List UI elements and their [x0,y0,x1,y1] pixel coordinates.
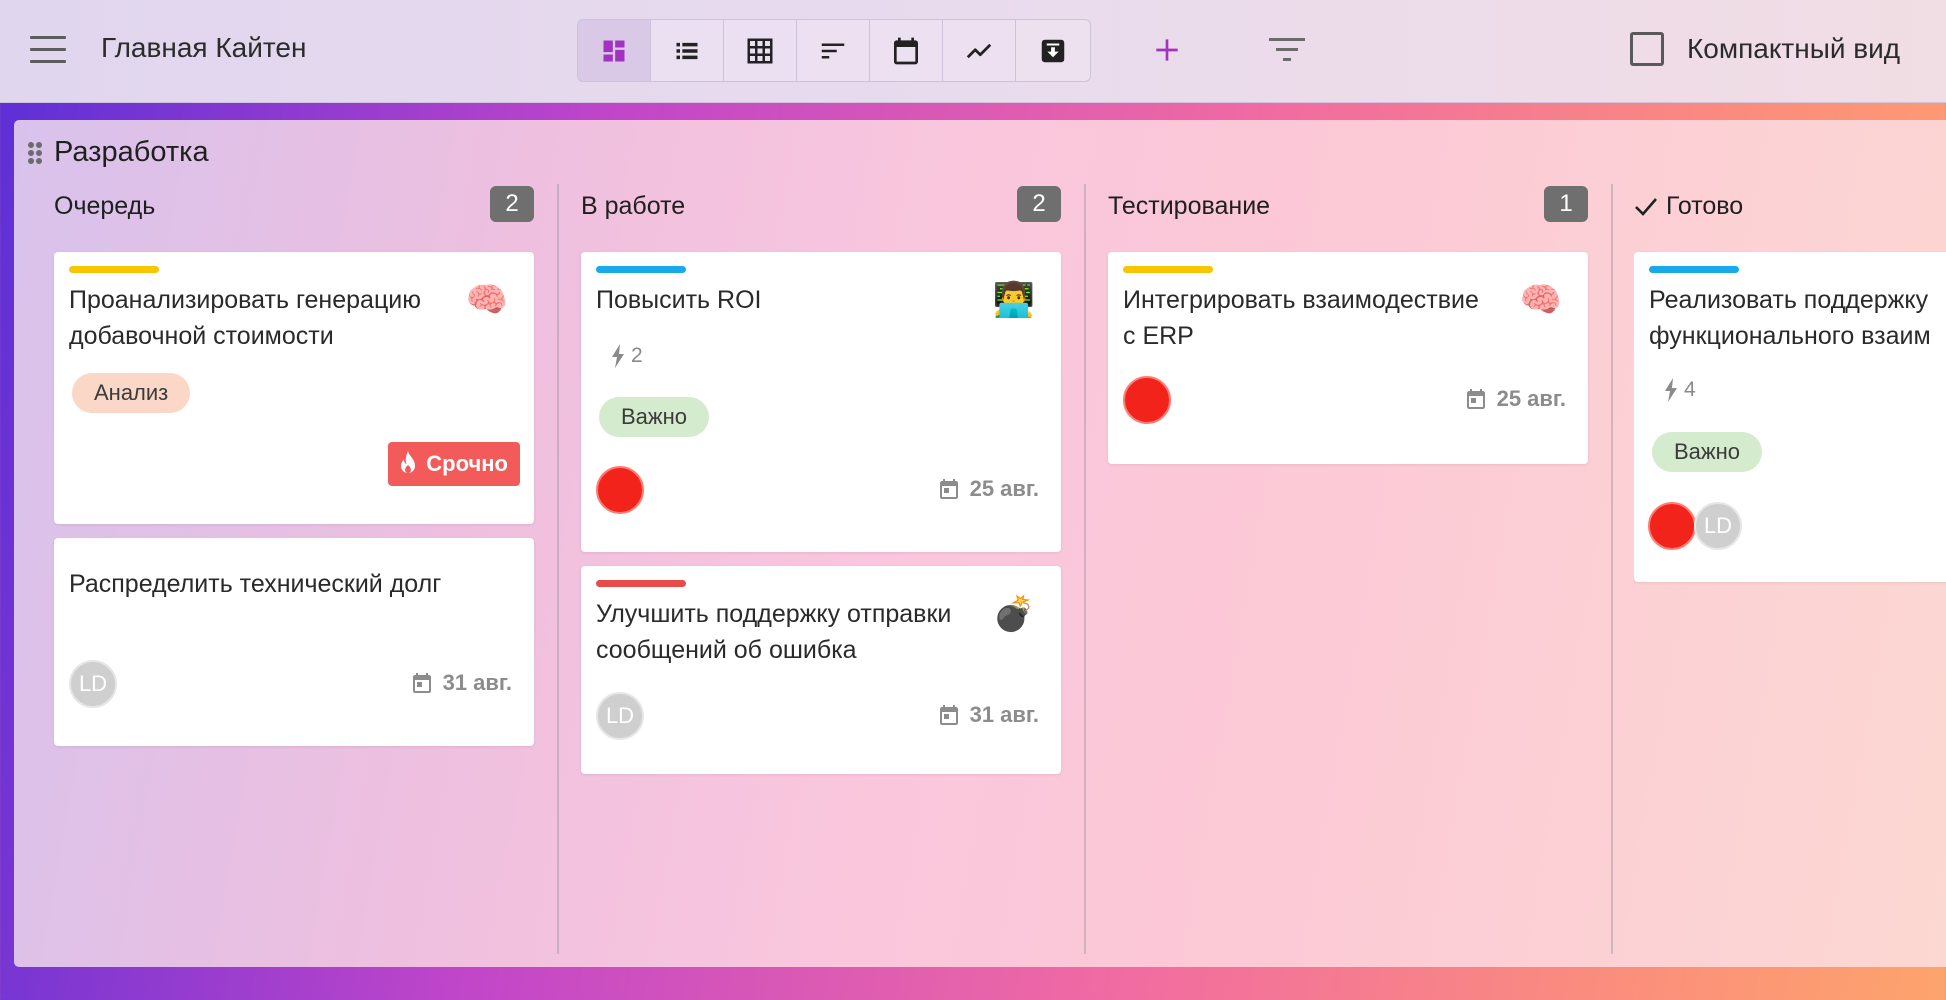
due-date: 25 авг. [1464,386,1566,412]
due-date-text: 25 авг. [969,476,1039,501]
due-date-text: 31 авг. [442,670,512,695]
column-header: Очередь 2 [54,186,534,226]
check-icon [1635,197,1657,216]
card-color-bar [1123,266,1213,273]
avatar[interactable]: LD [596,692,644,740]
calendar-icon [939,479,958,499]
menu-icon[interactable] [30,36,66,64]
timeline-view-icon [821,43,845,58]
card-title: Проанализировать генерацию добавочной ст… [69,286,421,350]
card-color-bar [69,266,159,273]
due-date: 25 авг. [937,476,1039,502]
chart-view-icon [966,43,992,58]
column-divider [557,184,559,954]
calendar-icon [412,673,431,693]
column-title-wrap: Готово [1634,192,1743,221]
urgent-label: Срочно [426,451,508,476]
developer-icon: 👨‍💻 [992,281,1035,319]
due-date-text: 25 авг. [1496,386,1566,411]
filter-icon [1269,38,1305,61]
compact-view-label: Компактный вид [1687,33,1901,64]
card-title: Распределить технический долг [69,570,442,598]
lightning-icon [1665,378,1677,402]
card[interactable]: Реализовать поддержку функционального вз… [1634,252,1946,582]
column-header: Готово [1634,186,1946,226]
card-title: Улучшить поддержку отправки сообщений об… [596,600,952,664]
card-color-bar [596,580,686,587]
tag-badge: Важно [1652,432,1763,472]
calendar-view-icon [894,37,918,64]
urgent-badge: Срочно [388,442,520,486]
column-count-badge: 2 [1017,186,1061,222]
priority-count: 4 [1684,378,1696,401]
tag-badge: Важно [599,397,710,437]
board-panel: Разработка Очередь 2 Проанализировать ге… [14,120,1946,967]
priority-indicator: 2 [611,344,643,368]
column-count-badge: 1 [1544,186,1588,222]
compact-view-checkbox[interactable] [1630,32,1664,66]
column-title: Готово [1666,192,1744,220]
card[interactable]: Проанализировать генерацию добавочной ст… [54,252,534,524]
table-view-icon [747,38,773,63]
column-title: Тестирование [1108,192,1271,220]
board-view-icon [603,40,625,61]
calendar-icon [1466,389,1485,409]
lightning-icon [612,344,624,368]
drag-handle-icon[interactable] [28,141,42,164]
view-chart-button[interactable] [943,20,1016,81]
card[interactable]: Улучшить поддержку отправки сообщений об… [581,566,1061,774]
add-card-button[interactable] [1147,26,1187,74]
tag-badge: Анализ [72,373,191,413]
board-header: Разработка [28,136,209,169]
due-date: 31 авг. [937,702,1039,728]
archive-view-icon [1041,39,1064,62]
column-title: В работе [581,192,686,220]
column-divider [1611,184,1613,954]
view-timeline-button[interactable] [797,20,870,81]
card-title: Реализовать поддержку функционального вз… [1649,286,1931,350]
top-bar: Главная Кайтен Компактный вид [0,0,1946,103]
avatar[interactable]: LD [1694,502,1742,550]
column-header: Тестирование 1 [1108,186,1588,226]
card[interactable]: Распределить технический долг LD 31 авг. [54,538,534,746]
avatar[interactable] [596,466,644,514]
page-title: Главная Кайтен [101,32,307,63]
due-date-text: 31 авг. [969,702,1039,727]
compact-view-toggle[interactable]: Компактный вид [1630,32,1900,66]
brain-icon: 🧠 [465,281,508,319]
view-calendar-button[interactable] [870,20,943,81]
plus-icon [1156,39,1178,61]
column-title: Очередь [54,192,156,220]
view-table-button[interactable] [724,20,797,81]
view-archive-button[interactable] [1016,20,1089,81]
card-title: Интегрировать взаимодествие с ERP [1123,286,1479,350]
calendar-icon [939,705,958,725]
card[interactable]: Повысить ROI 👨‍💻 2 Важно 25 авг. [581,252,1061,552]
board-title: Разработка [54,136,209,168]
column-header: В работе 2 [581,186,1061,226]
column-divider [1084,184,1086,954]
brain-icon: 🧠 [1519,281,1562,319]
view-board-button[interactable] [578,20,651,81]
card-color-bar [1649,266,1739,273]
avatar[interactable] [1648,502,1696,550]
priority-indicator: 4 [1664,378,1696,402]
due-date: 31 авг. [410,670,512,696]
view-switcher [577,19,1091,82]
fire-icon [401,451,416,473]
priority-count: 2 [631,344,643,367]
view-list-button[interactable] [651,20,724,81]
card-title: Повысить ROI [596,286,762,314]
card-color-bar [596,266,686,273]
card[interactable]: Интегрировать взаимодествие с ERP 🧠 25 а… [1108,252,1588,464]
bomb-icon: 💣 [992,595,1035,633]
avatar[interactable] [1123,376,1171,424]
column-done: Готово Реализовать поддержку функциональ… [1634,186,1946,656]
filter-button[interactable] [1266,30,1308,70]
column-count-badge: 2 [490,186,534,222]
avatar[interactable]: LD [69,660,117,708]
list-view-icon [676,42,698,59]
